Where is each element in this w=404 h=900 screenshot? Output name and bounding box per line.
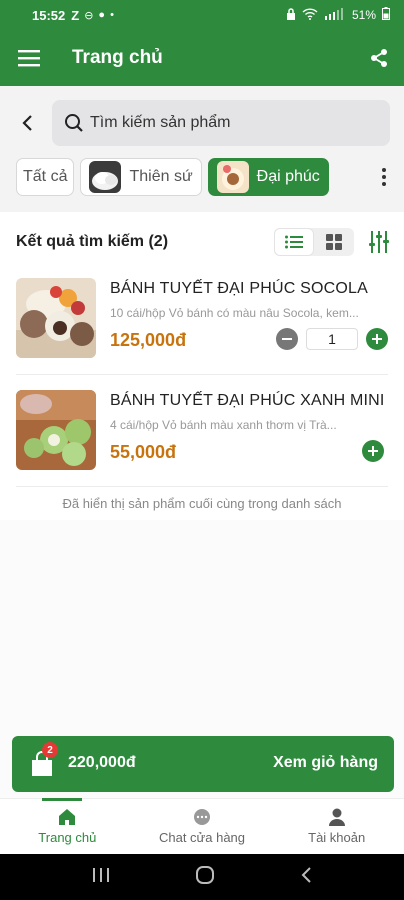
- search-icon: [65, 114, 83, 132]
- system-navigation-bar: [0, 854, 404, 900]
- search-area: Tất cả Thiên sứ Đại phúc: [0, 86, 404, 212]
- category-chips: Tất cả Thiên sứ Đại phúc: [16, 158, 329, 196]
- product-description: 4 cái/hộp Vỏ bánh màu xanh thơm vị Trà..…: [110, 418, 337, 432]
- nav-home[interactable]: Trang chủ: [0, 798, 135, 854]
- minus-circle-icon: ⊖: [84, 9, 94, 22]
- menu-button[interactable]: [0, 30, 58, 86]
- lock-icon: [286, 7, 296, 23]
- grid-icon: [326, 234, 342, 250]
- sliders-icon: [369, 231, 389, 253]
- back-system-button[interactable]: [300, 866, 312, 889]
- share-button[interactable]: [354, 30, 404, 86]
- nav-label: Trang chủ: [38, 830, 97, 845]
- product-price: 125,000đ: [110, 330, 187, 350]
- category-chip-label: Đại phúc: [256, 168, 320, 185]
- end-of-list-note: Đã hiển thị sản phẩm cuối cùng trong dan…: [62, 496, 342, 511]
- increase-quantity-button[interactable]: [366, 328, 388, 350]
- category-chip-thien-su[interactable]: Thiên sứ: [80, 158, 202, 196]
- product-name: BÁNH TUYẾT ĐẠI PHÚC SOCOLA: [110, 280, 368, 297]
- results-title: Kết quả tìm kiếm (2): [16, 233, 169, 250]
- home-system-button[interactable]: [195, 865, 215, 890]
- recent-apps-button[interactable]: [92, 867, 110, 888]
- product-price: 55,000đ: [110, 442, 177, 462]
- cart-count-badge: 2: [42, 742, 58, 758]
- view-cart-button[interactable]: Xem giỏ hàng: [273, 754, 378, 772]
- battery-percent: 51%: [351, 8, 376, 22]
- nav-label: Tài khoản: [308, 830, 366, 845]
- cart-total: 220,000đ: [68, 754, 136, 771]
- more-options-button[interactable]: [372, 164, 396, 190]
- page-title: Trang chủ: [72, 47, 163, 68]
- nav-chat[interactable]: Chat cửa hàng: [135, 799, 270, 854]
- category-chip-all[interactable]: Tất cả: [16, 158, 75, 196]
- category-thumbnail: [89, 161, 122, 193]
- home-icon: [59, 809, 76, 825]
- product-image: [16, 278, 96, 358]
- minus-icon: [282, 338, 292, 340]
- bottom-nav: Trang chủ Chat cửa hàng Tài khoản: [0, 798, 404, 854]
- user-icon: [328, 808, 345, 826]
- dot-icon: •: [110, 9, 114, 21]
- status-time: 15:52: [32, 7, 66, 23]
- status-bar: 15:52 Z ⊖ ● • 51%: [0, 0, 404, 30]
- back-chevron-icon: [301, 866, 311, 883]
- signal-icon: [324, 7, 346, 23]
- view-toggle: [274, 228, 354, 256]
- divider: [16, 374, 388, 375]
- list-icon: [285, 235, 303, 249]
- product-description: 10 cái/hộp Vỏ bánh có màu nâu Socola, ke…: [110, 306, 359, 320]
- product-image: [16, 390, 96, 470]
- results-header: Kết quả tìm kiếm (2): [0, 222, 404, 262]
- category-thumbnail: [216, 161, 249, 193]
- list-view-button[interactable]: [274, 228, 314, 256]
- share-icon: [371, 49, 387, 67]
- category-chip-label: Tất cả: [23, 168, 68, 185]
- quantity-input[interactable]: [306, 328, 358, 350]
- product-item[interactable]: BÁNH TUYẾT ĐẠI PHÚC XANH MINI 4 cái/hộp …: [0, 376, 404, 486]
- home-circle-icon: [195, 865, 214, 884]
- divider: [16, 486, 388, 487]
- quantity-stepper: [276, 328, 388, 350]
- product-name: BÁNH TUYẾT ĐẠI PHÚC XANH MINI: [110, 392, 385, 409]
- app-bar: Trang chủ: [0, 30, 404, 86]
- app-icon: ●: [98, 9, 106, 21]
- nav-account[interactable]: Tài khoản: [269, 799, 404, 854]
- hamburger-icon: [18, 50, 40, 67]
- more-vertical-icon: [382, 168, 386, 186]
- back-button[interactable]: [14, 110, 40, 136]
- chevron-left-icon: [22, 115, 32, 131]
- notification-icons: Z ⊖ ● •: [71, 8, 114, 23]
- category-chip-label: Thiên sứ: [129, 168, 193, 185]
- product-item[interactable]: BÁNH TUYẾT ĐẠI PHÚC SOCOLA 10 cái/hộp Vỏ…: [0, 264, 404, 374]
- category-chip-dai-phuc[interactable]: Đại phúc: [207, 158, 329, 196]
- cart-bar[interactable]: 2 220,000đ Xem giỏ hàng: [12, 736, 394, 792]
- add-to-cart-button[interactable]: [362, 440, 384, 462]
- search-box[interactable]: [52, 100, 390, 146]
- system-status: 51%: [286, 7, 390, 23]
- grid-view-button[interactable]: [314, 228, 354, 256]
- plus-icon: [372, 334, 382, 344]
- battery-icon: [382, 7, 390, 23]
- decrease-quantity-button[interactable]: [276, 328, 298, 350]
- recent-apps-icon: [93, 867, 110, 882]
- filter-button[interactable]: [366, 228, 392, 256]
- add-button[interactable]: [362, 440, 384, 462]
- search-input[interactable]: [90, 114, 370, 132]
- wifi-icon: [302, 7, 318, 23]
- chat-icon: [194, 809, 210, 825]
- zalo-icon: Z: [71, 7, 80, 23]
- plus-icon: [368, 446, 378, 456]
- nav-label: Chat cửa hàng: [158, 830, 246, 845]
